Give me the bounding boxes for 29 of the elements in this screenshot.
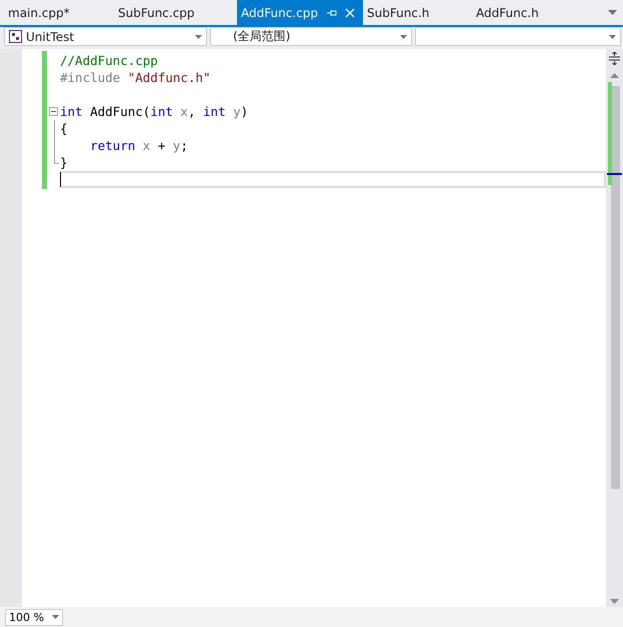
caret-icon <box>195 34 202 38</box>
file-tab[interactable]: AddFunc.cpp <box>237 0 363 25</box>
scroll-down-icon[interactable] <box>610 599 619 604</box>
caret-icon <box>609 34 616 38</box>
code-line: return x + y; <box>89 138 188 153</box>
project-dropdown[interactable]: UnitTest <box>4 27 207 46</box>
pin-icon[interactable] <box>327 8 337 16</box>
tab-list-dropdown-icon[interactable] <box>608 10 617 15</box>
project-icon <box>9 30 22 43</box>
file-tab[interactable]: AddFunc.h <box>470 0 590 25</box>
file-tab[interactable]: main.cpp* <box>0 0 112 25</box>
close-icon[interactable] <box>345 8 355 18</box>
code-line: #include "Addfunc.h" <box>60 70 211 85</box>
scope-dropdown[interactable]: (全局范围) <box>210 27 412 46</box>
split-icon[interactable] <box>608 52 621 65</box>
code-line: { <box>60 121 68 136</box>
caret-icon <box>400 34 407 38</box>
caret-position-marker <box>607 173 622 175</box>
code-line: } <box>60 155 68 170</box>
scrollbar-thumb[interactable] <box>611 86 620 489</box>
caret-icon <box>52 615 59 619</box>
zoom-dropdown[interactable]: 100 % <box>5 608 63 626</box>
collapse-icon[interactable] <box>49 107 58 116</box>
file-tab[interactable]: SubFunc.h <box>363 0 470 25</box>
scroll-up-icon[interactable] <box>610 73 619 78</box>
code-line: int AddFunc(int x, int y) <box>60 104 248 119</box>
file-tab[interactable]: SubFunc.cpp <box>112 0 237 25</box>
code-line: //AddFunc.cpp <box>60 53 158 68</box>
text-cursor <box>60 172 61 187</box>
